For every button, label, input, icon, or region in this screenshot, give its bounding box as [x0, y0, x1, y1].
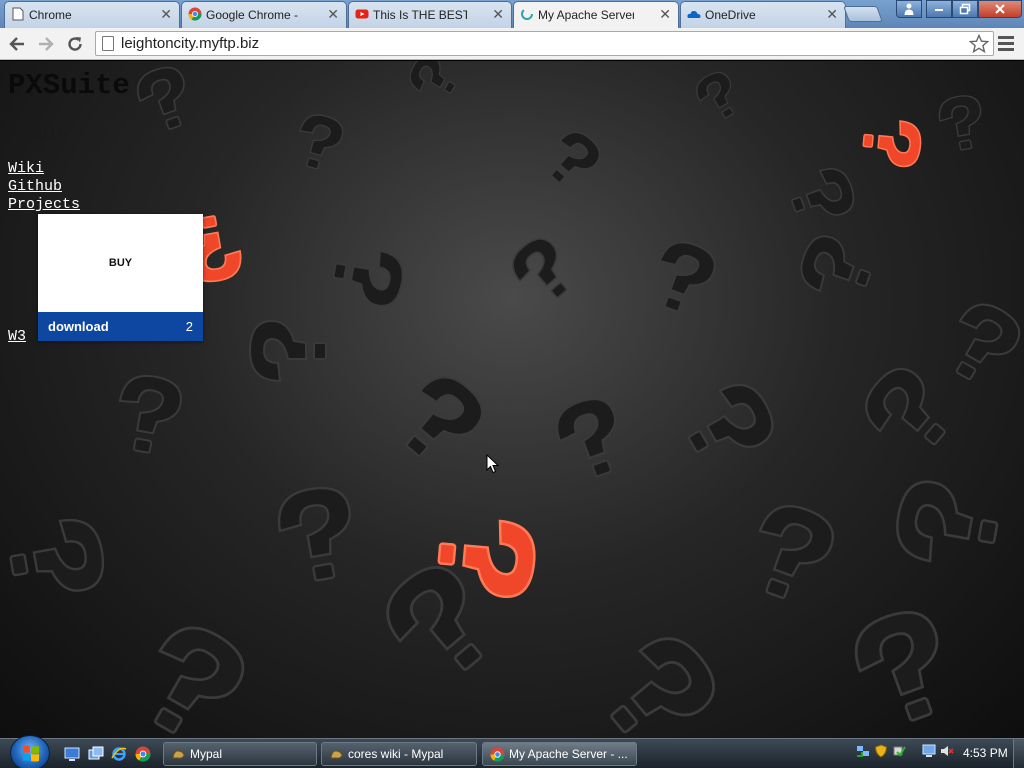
taskbar-item-label: cores wiki - Mypal — [348, 747, 444, 761]
windows-taskbar: Mypal cores wiki - Mypal My Apache Serve… — [0, 735, 1024, 768]
download-button[interactable]: download 2 — [38, 312, 203, 341]
internet-explorer-icon[interactable] — [111, 746, 127, 762]
tab-label: My Apache Server — [538, 8, 634, 22]
restore-icon — [959, 3, 971, 15]
tab-chrome[interactable]: Chrome ✕ — [4, 1, 180, 28]
page-content: PXSuite PXSuite Wiki Github Projects W3 … — [0, 61, 1024, 738]
tab-onedrive[interactable]: OneDrive ✕ — [680, 1, 846, 28]
page-subtitle: PXSuite — [8, 127, 67, 143]
show-desktop-button[interactable] — [1013, 739, 1024, 768]
mypal-icon — [172, 750, 185, 759]
close-icon[interactable]: ✕ — [659, 6, 671, 23]
close-icon[interactable]: ✕ — [492, 6, 504, 23]
nav-link-w3[interactable]: W3 — [8, 328, 26, 345]
close-icon[interactable]: ✕ — [327, 6, 339, 23]
tab-label: This Is THE BEST SEA — [373, 8, 467, 22]
windows-logo-icon — [23, 745, 39, 762]
youtube-icon — [355, 9, 369, 19]
reload-icon — [68, 37, 82, 51]
page-title: PXSuite — [8, 69, 130, 102]
restore-button[interactable] — [952, 0, 978, 18]
chrome-icon — [188, 7, 202, 21]
tab-my-apache-server[interactable]: My Apache Server ✕ — [513, 1, 679, 28]
switch-windows-icon[interactable] — [88, 746, 104, 762]
back-button[interactable] — [5, 32, 29, 56]
tab-youtube[interactable]: This Is THE BEST SEA ✕ — [348, 1, 512, 28]
projects-dropdown-card: BUY download 2 — [38, 214, 203, 341]
new-tab-button[interactable] — [843, 6, 883, 22]
page-icon — [102, 36, 114, 51]
forward-button[interactable] — [34, 32, 58, 56]
chrome-icon — [490, 747, 505, 762]
loading-icon — [521, 8, 533, 20]
mouse-cursor-icon — [486, 454, 500, 474]
taskbar-item-label: Mypal — [190, 747, 223, 761]
shield-icon[interactable] — [874, 744, 888, 758]
network-status-icon[interactable] — [856, 744, 870, 758]
tab-google-chrome[interactable]: Google Chrome - Do ✕ — [181, 1, 347, 28]
address-bar[interactable]: leightoncity.myftp.biz — [95, 31, 994, 56]
close-icon — [995, 4, 1005, 14]
question-marks-background — [4, 61, 1024, 738]
taskbar-item-my-apache-server[interactable]: My Apache Server - ... — [482, 742, 637, 766]
show-desktop-icon[interactable] — [64, 746, 80, 762]
nav-link-github[interactable]: Github — [8, 178, 62, 195]
document-icon — [12, 7, 24, 21]
close-icon[interactable]: ✕ — [826, 6, 838, 23]
tab-label: OneDrive — [705, 8, 756, 22]
volume-muted-icon[interactable] — [940, 744, 954, 758]
user-profile-button[interactable] — [896, 0, 922, 18]
taskbar-item-label: My Apache Server - ... — [509, 747, 628, 761]
nav-link-projects[interactable]: Projects — [8, 196, 80, 213]
start-button[interactable] — [10, 735, 50, 768]
clock-time[interactable]: 4:53 PM — [963, 746, 1008, 760]
browser-toolbar: leightoncity.myftp.biz — [0, 28, 1024, 60]
download-label: download — [48, 319, 109, 334]
minimize-button[interactable] — [926, 0, 952, 18]
menu-hamburger-icon[interactable] — [998, 36, 1014, 54]
tab-label: Google Chrome - Do — [206, 8, 302, 22]
minimize-icon — [935, 9, 943, 11]
forward-arrow-icon — [39, 37, 54, 51]
person-icon — [904, 3, 914, 15]
update-check-icon[interactable] — [892, 744, 906, 758]
url-text[interactable]: leightoncity.myftp.biz — [121, 35, 259, 52]
taskbar-item-mypal[interactable]: Mypal — [163, 742, 317, 766]
nav-link-wiki[interactable]: Wiki — [8, 160, 44, 177]
onedrive-icon — [687, 10, 701, 18]
close-icon[interactable]: ✕ — [160, 6, 172, 23]
reload-button[interactable] — [63, 32, 87, 56]
browser-titlebar: Chrome ✕ Google Chrome - Do ✕ This Is TH… — [0, 0, 1024, 28]
taskbar-item-cores-wiki[interactable]: cores wiki - Mypal — [321, 742, 477, 766]
mypal-icon — [330, 750, 343, 759]
back-arrow-icon — [9, 37, 24, 51]
chrome-icon[interactable] — [135, 746, 151, 762]
buy-button[interactable]: BUY — [38, 214, 203, 312]
close-window-button[interactable] — [978, 0, 1022, 18]
bookmark-star-icon[interactable] — [968, 32, 990, 60]
download-count-badge: 2 — [185, 319, 193, 334]
monitor-network-icon[interactable] — [922, 744, 936, 758]
tab-label: Chrome — [29, 8, 72, 22]
